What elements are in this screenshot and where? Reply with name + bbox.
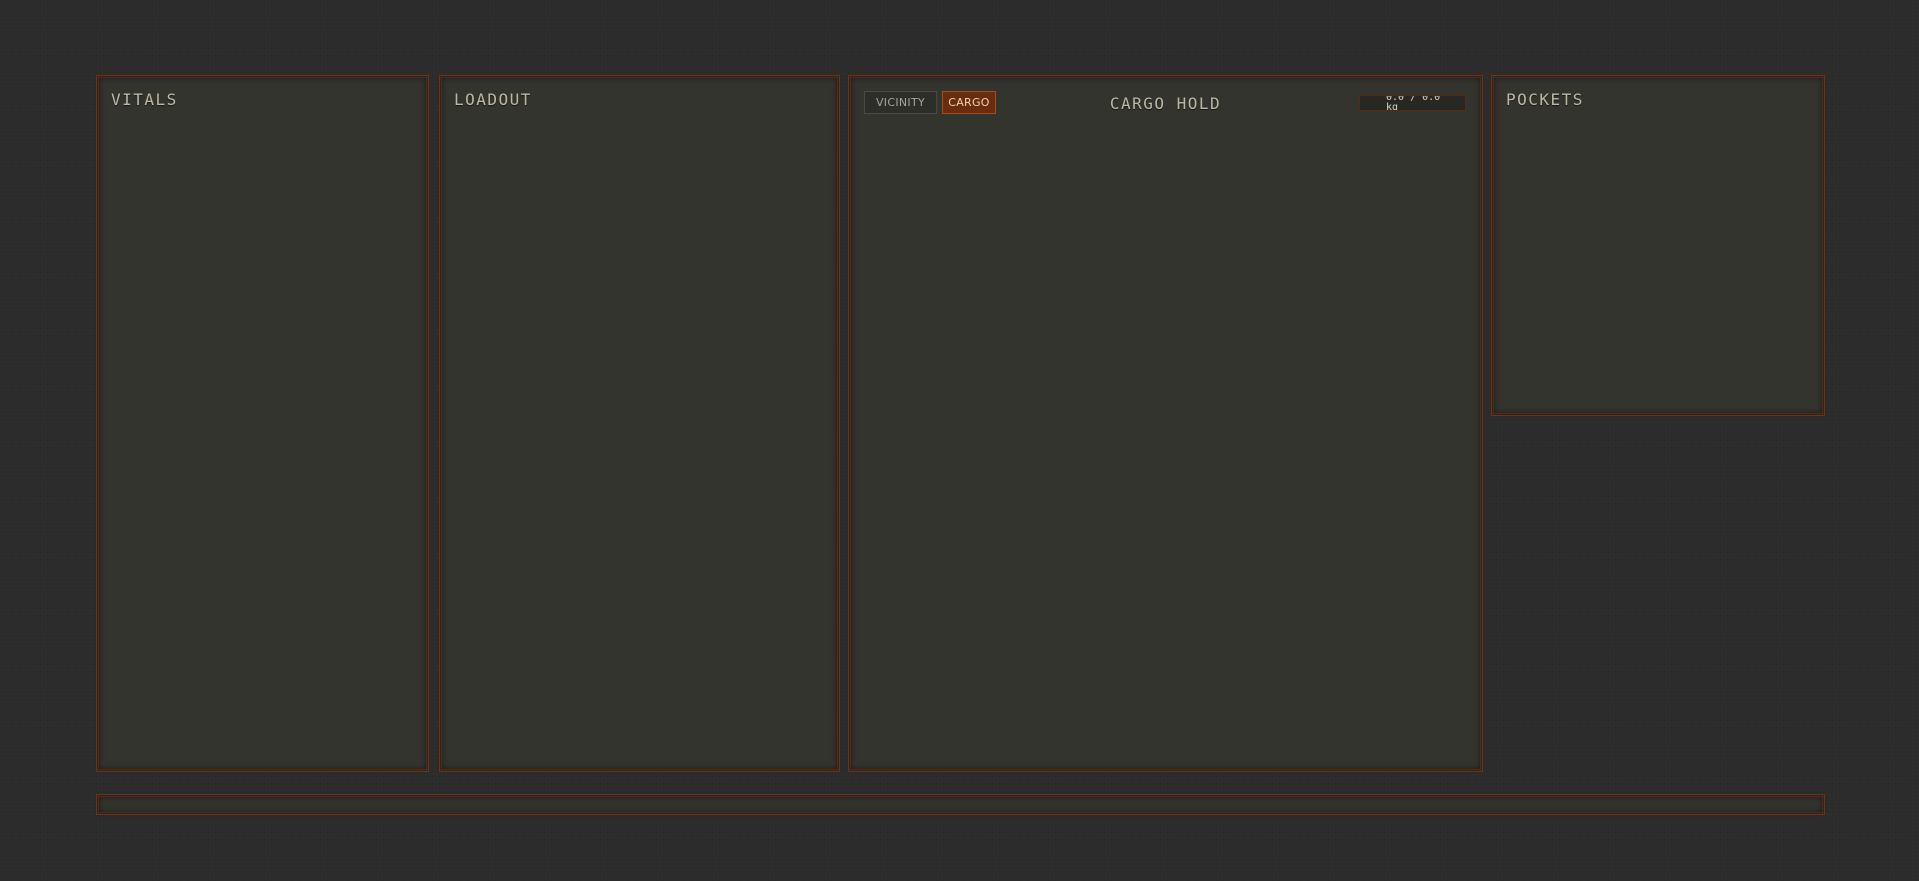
tab-cargo[interactable]: CARGO [942,91,996,114]
weight-indicator: 0.0 / 0.0 kg [1359,95,1466,111]
loadout-title: LOADOUT [454,90,532,109]
pockets-panel: POCKETS [1491,75,1825,416]
vitals-panel: VITALS [96,75,429,772]
weight-value: 0.0 / 0.0 kg [1386,95,1441,111]
bottom-status-bar [96,794,1825,815]
cargo-hold-panel: VICINITY CARGO CARGO HOLD 0.0 / 0.0 kg [848,75,1483,772]
tab-vicinity[interactable]: VICINITY [864,91,937,114]
loadout-panel: LOADOUT [439,75,840,772]
pockets-title: POCKETS [1506,90,1584,109]
vitals-title: VITALS [111,90,178,109]
